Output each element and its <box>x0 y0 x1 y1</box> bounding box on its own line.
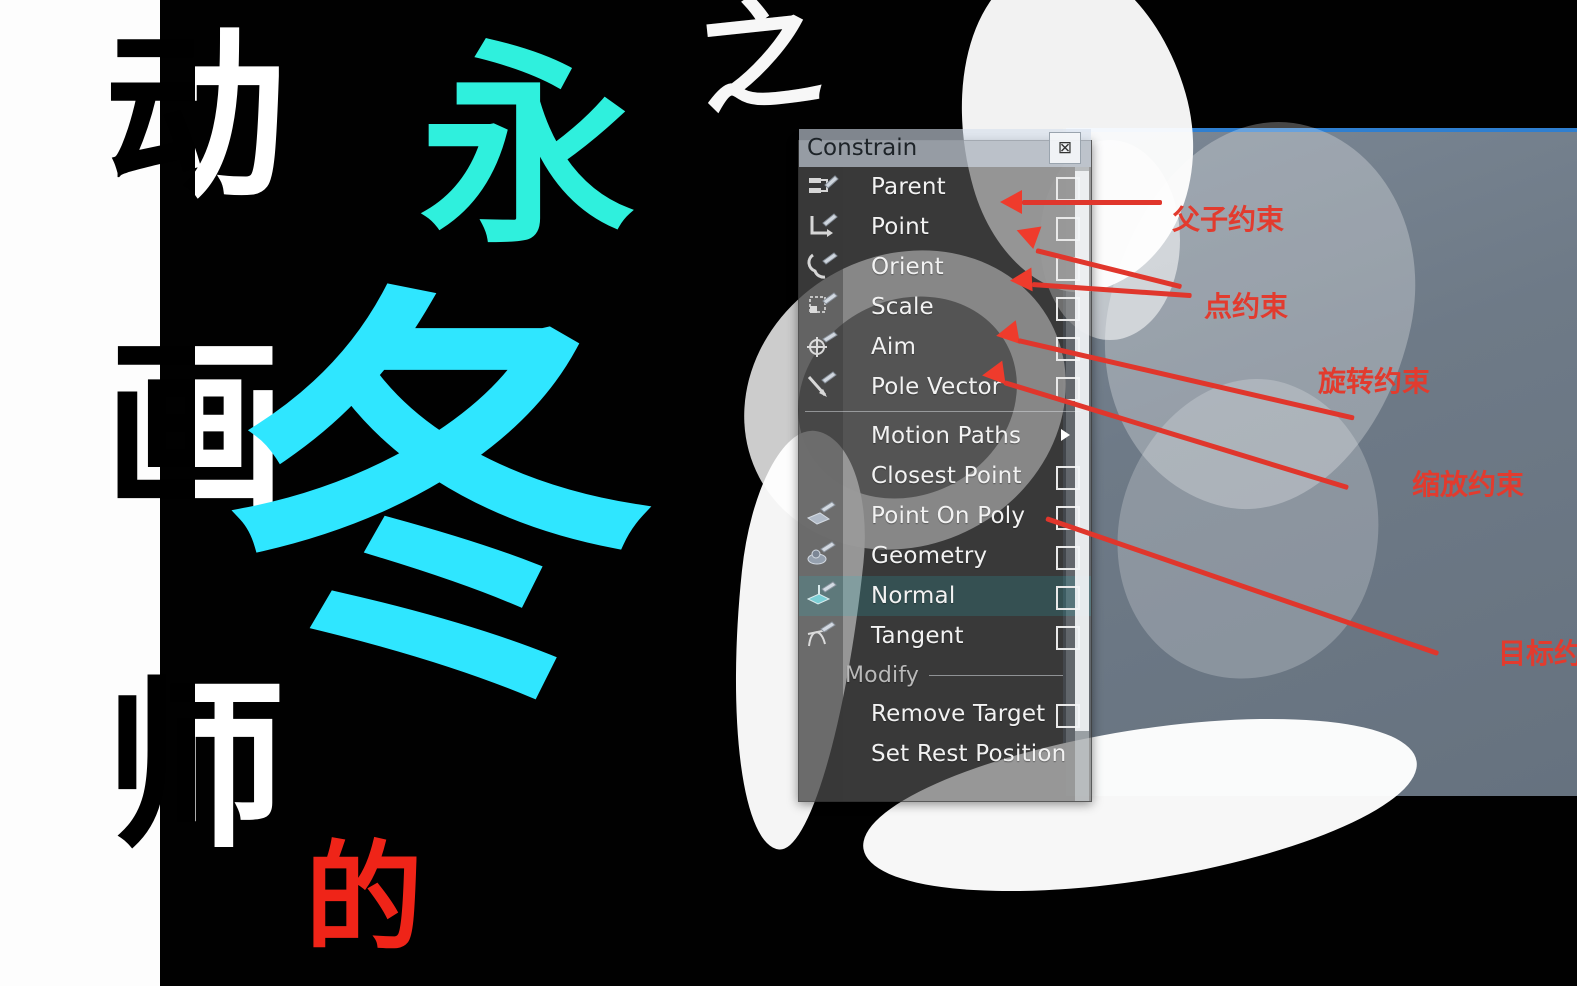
annotation-arrowhead-aim <box>980 360 1006 388</box>
menu-item-label: Motion Paths <box>871 423 1022 449</box>
menu-item-label: Remove Target <box>871 701 1046 727</box>
menu-item-normal[interactable]: Normal <box>799 576 1091 616</box>
menu-item-label: Point <box>871 214 930 240</box>
menu-item-point[interactable]: Point <box>799 207 1091 247</box>
menu-item-label: Normal <box>871 583 956 609</box>
menu-item-label: Set Rest Position <box>871 741 1067 767</box>
menu-item-label: Point On Poly <box>871 503 1026 529</box>
red-char-de: 的 <box>305 828 424 967</box>
screenshot-canvas: 动 动 画 画 师 师 永 冬 之 的 Constrain ⊠ Parent P… <box>0 0 1577 986</box>
menu-item-label: Tangent <box>871 623 964 649</box>
point-constraint-icon <box>805 211 839 243</box>
tangent-constraint-icon <box>805 620 839 652</box>
viewport-top-border <box>1063 128 1577 132</box>
cyan-char-yong: 永 <box>420 22 635 273</box>
kanji-cell-dong: 动 动 <box>95 10 295 225</box>
annotation-arrowhead-scale <box>994 320 1020 348</box>
annotation-arrowhead-orient <box>1009 267 1033 293</box>
pole-vector-constraint-icon <box>805 371 839 403</box>
normal-constraint-icon <box>805 580 839 612</box>
orient-constraint-icon <box>805 251 839 283</box>
menu-item-closest-point[interactable]: Closest Point <box>799 456 1091 496</box>
render-viewport-panel <box>1063 128 1577 796</box>
menu-title-bar[interactable]: Constrain ⊠ <box>799 129 1091 167</box>
menu-item-pole-vector[interactable]: Pole Vector <box>799 367 1091 407</box>
aim-constraint-icon <box>805 331 839 363</box>
menu-item-remove-target[interactable]: Remove Target <box>799 694 1091 734</box>
menu-item-label: Aim <box>871 334 917 360</box>
menu-scrollbar-thumb[interactable] <box>1075 171 1089 731</box>
constrain-menu-panel[interactable]: Constrain ⊠ Parent Point Orient Scale Ai… <box>798 129 1092 802</box>
annotation-line-parent <box>1022 200 1162 205</box>
annotation-label-parent: 父子约束 <box>1172 203 1285 236</box>
menu-item-label: Closest Point <box>871 463 1022 489</box>
menu-item-tangent[interactable]: Tangent <box>799 616 1091 656</box>
annotation-label-point: 点约束 <box>1204 290 1289 323</box>
menu-item-label: Scale <box>871 294 934 320</box>
parent-constraint-icon <box>805 171 839 203</box>
section-divider <box>929 675 1063 676</box>
menu-separator-1 <box>805 411 1081 412</box>
annotation-label-scale: 旋转约束 <box>1318 365 1431 398</box>
menu-item-scale[interactable]: Scale <box>799 287 1091 327</box>
white-char-zhi: 之 <box>692 0 827 133</box>
menu-section-label: Modify <box>845 662 920 688</box>
menu-title-label: Constrain <box>807 135 918 161</box>
menu-item-geometry[interactable]: Geometry <box>799 536 1091 576</box>
annotation-label-target: 目标约 <box>1498 637 1577 670</box>
point-on-poly-icon <box>805 500 839 532</box>
menu-item-label: Orient <box>871 254 944 280</box>
chevron-right-icon <box>1061 429 1070 441</box>
menu-section-modify: Modify <box>799 656 1091 694</box>
menu-item-motion-paths[interactable]: Motion Paths <box>799 416 1091 456</box>
annotation-arrowhead-parent <box>1000 190 1022 214</box>
menu-item-label: Parent <box>871 174 946 200</box>
menu-item-list: Parent Point Orient Scale Aim Pole Vecto… <box>799 167 1091 801</box>
geometry-constraint-icon <box>805 540 839 572</box>
scale-constraint-icon <box>805 291 839 323</box>
close-icon[interactable]: ⊠ <box>1049 132 1081 164</box>
menu-item-set-rest-position[interactable]: Set Rest Position <box>799 734 1091 774</box>
menu-item-label: Geometry <box>871 543 988 569</box>
annotation-label-scale2: 缩放约束 <box>1412 468 1525 501</box>
cyan-char-dong: 冬 <box>225 255 655 755</box>
